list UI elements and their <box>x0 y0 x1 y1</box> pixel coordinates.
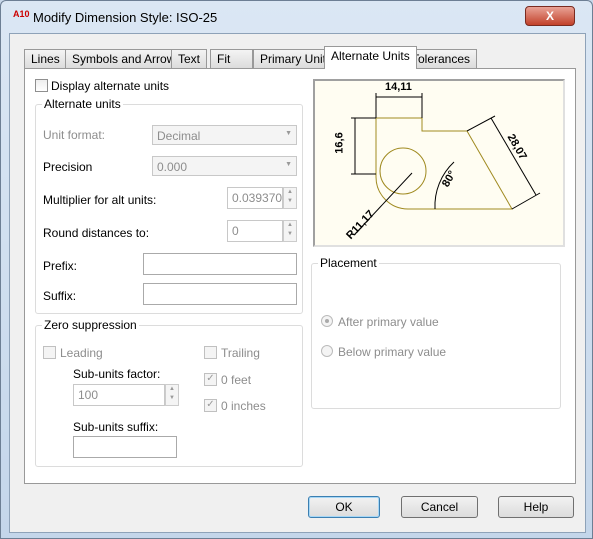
leading-label: Leading <box>60 346 103 360</box>
help-button[interactable]: Help <box>498 496 574 518</box>
round-distances-spinner[interactable]: ▲ ▼ <box>283 220 297 242</box>
cancel-button[interactable]: Cancel <box>401 496 478 518</box>
zero-suppression-group: Zero suppression Leading Sub-units facto… <box>35 318 303 467</box>
display-alternate-units-label: Display alternate units <box>51 79 170 93</box>
placement-group: Placement After primary value Below prim… <box>311 256 561 409</box>
dimension-preview: 14,11 16,6 28,07 80° R11,17 <box>313 79 565 247</box>
trailing-checkbox[interactable] <box>204 346 217 359</box>
multiplier-label: Multiplier for alt units: <box>43 193 157 207</box>
unit-format-select[interactable]: Decimal <box>152 125 297 145</box>
below-primary-radio[interactable] <box>321 345 333 357</box>
part-hole <box>379 147 427 195</box>
zero-inches-label: 0 inches <box>221 399 266 413</box>
round-distances-label: Round distances to: <box>43 226 150 240</box>
ok-button[interactable]: OK <box>308 496 380 518</box>
zero-feet-checkbox[interactable]: ✓ <box>204 373 217 386</box>
close-button[interactable]: X <box>525 6 575 26</box>
sub-units-factor-input[interactable]: 100 <box>73 384 165 406</box>
round-distances-input[interactable]: 0 <box>227 220 283 242</box>
autocad-app-icon: A10 <box>13 9 30 19</box>
after-primary-label: After primary value <box>338 315 439 329</box>
zero-feet-label: 0 feet <box>221 373 252 387</box>
tab-text[interactable]: Text <box>171 49 208 68</box>
tab-fit[interactable]: Fit <box>210 49 253 68</box>
trailing-label: Trailing <box>221 346 260 360</box>
alternate-units-group: Alternate units Unit format: Decimal Pre… <box>35 97 303 314</box>
zero-suppression-legend: Zero suppression <box>42 318 139 332</box>
below-primary-label: Below primary value <box>338 345 447 359</box>
sub-units-factor-spinner[interactable]: ▲ ▼ <box>165 384 179 406</box>
sub-units-suffix-label: Sub-units suffix: <box>73 420 159 434</box>
tab-symbols-and-arrows[interactable]: Symbols and Arrows <box>65 49 189 68</box>
prefix-label: Prefix: <box>43 259 78 273</box>
alternate-units-legend: Alternate units <box>42 97 123 111</box>
precision-label: Precision <box>43 160 93 174</box>
dialog-client: Lines Symbols and Arrows Text Fit Primar… <box>9 33 586 533</box>
placement-legend: Placement <box>318 256 379 270</box>
leading-checkbox[interactable] <box>43 346 56 359</box>
after-primary-radio[interactable] <box>321 315 333 327</box>
preview-dim-top: 14,11 <box>385 81 412 93</box>
preview-drawing <box>351 93 541 235</box>
dialog-window: A10 Modify Dimension Style: ISO-25 X Lin… <box>0 0 593 539</box>
unit-format-label: Unit format: <box>43 128 106 142</box>
window-title: Modify Dimension Style: ISO-25 <box>33 10 218 25</box>
multiplier-spinner[interactable]: ▲ ▼ <box>283 187 297 209</box>
sub-units-suffix-input[interactable] <box>73 436 177 458</box>
sub-units-factor-label: Sub-units factor: <box>73 367 161 381</box>
precision-select[interactable]: 0.000 <box>152 156 297 176</box>
preview-dim-left: 16,6 <box>333 132 346 154</box>
suffix-label: Suffix: <box>43 289 77 303</box>
tab-alternate-units[interactable]: Alternate Units <box>324 46 417 69</box>
prefix-input[interactable] <box>143 253 297 275</box>
suffix-input[interactable] <box>143 283 297 305</box>
alternate-units-panel: Display alternate units Alternate units … <box>24 68 576 484</box>
tab-lines[interactable]: Lines <box>24 49 67 68</box>
multiplier-input[interactable]: 0.0393700 <box>227 187 283 209</box>
part-outline <box>375 117 513 210</box>
display-alternate-units-checkbox[interactable] <box>35 79 48 92</box>
zero-inches-checkbox[interactable]: ✓ <box>204 399 217 412</box>
